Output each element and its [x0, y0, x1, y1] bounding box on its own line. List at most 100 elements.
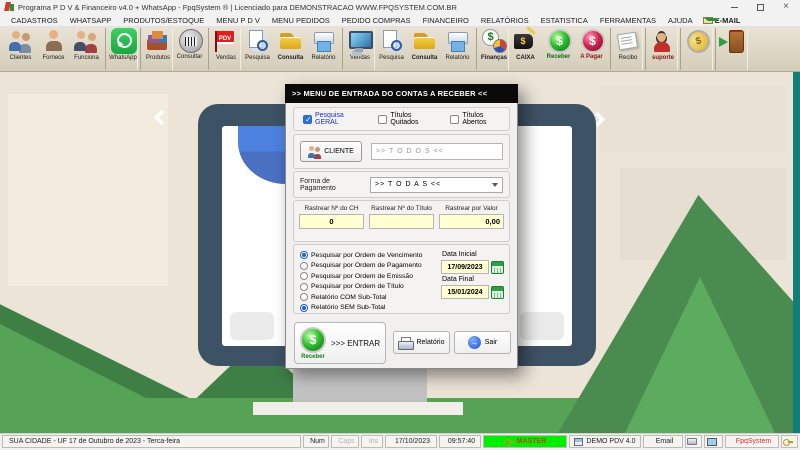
status-panel: 09:57:40 [439, 435, 481, 448]
rastrear-field: Rastrear Nº do Título [369, 205, 434, 237]
forma-pagamento-value: >> T O D A S << [375, 181, 441, 188]
dollar-green-icon [548, 29, 572, 53]
toolbar: Clientes Fornece Funciona WhatsApp Produ… [0, 27, 800, 72]
menu-item[interactable]: FERRAMENTAS [593, 16, 661, 25]
toolbar-button[interactable]: Pesquisa [241, 28, 274, 70]
toolbar-button[interactable] [715, 28, 748, 70]
menu-item[interactable]: CADASTROS [4, 16, 63, 25]
toolbar-button[interactable]: CAIXA [509, 28, 542, 70]
relatorio-button[interactable]: Relatório [393, 331, 450, 354]
rastrear-input[interactable] [369, 214, 434, 229]
toolbar-button-label: Pesquisa [379, 55, 404, 61]
status-panel [685, 435, 702, 448]
folder-icon [277, 28, 305, 54]
doc-search-icon [244, 28, 272, 54]
toolbar-button[interactable]: suporte [645, 28, 678, 70]
toolbar-button[interactable] [680, 28, 713, 70]
dialog-body: Pesquisa GERAL Títulos Quitados Títulos … [285, 103, 518, 369]
toolbar-button[interactable]: Funciona [70, 28, 103, 70]
wallpaper-card [8, 94, 168, 286]
radio-option[interactable]: Pesquisar por Ordem de Emissão [300, 271, 422, 281]
calendar-icon[interactable] [491, 261, 504, 274]
radio-circle [300, 283, 308, 291]
menu-item[interactable]: E-MAIL [698, 16, 746, 25]
dialog-button-row: Receber >>> ENTRAR Relatório Sair [293, 320, 510, 366]
toolbar-button[interactable]: Pesquisa [375, 28, 408, 70]
menu-item[interactable]: PEDIDO COMPRAS [335, 16, 416, 25]
folder-icon [411, 28, 439, 54]
radio-option[interactable]: Pesquisar por Ordem de Pagamento [300, 261, 422, 271]
coin-icon [684, 28, 712, 54]
status-panel [704, 435, 723, 448]
menu-item[interactable]: MENU PEDIDOS [265, 16, 335, 25]
rastrear-input[interactable] [439, 214, 504, 229]
date-column: Data Inicial Data Final [441, 249, 507, 299]
key-icon [504, 439, 514, 445]
menu-item[interactable]: RELATÓRIOS [474, 16, 534, 25]
radio-option[interactable]: Relatório SEM Sub-Total [300, 303, 422, 313]
screen-icon [707, 438, 717, 446]
toolbar-button[interactable]: Fornece [37, 28, 70, 70]
menu-item[interactable]: MENU P D V [209, 16, 265, 25]
minimize-button[interactable] [728, 2, 740, 13]
status-panel: SUA CIDADE - UF 17 de Outubro de 2023 - … [2, 435, 301, 448]
radio-option[interactable]: Pesquisar por Ordem de Título [300, 282, 422, 292]
toolbar-button[interactable]: A Pagar [575, 28, 608, 70]
window-controls: × [728, 2, 792, 13]
filter-checkbox[interactable]: Títulos Abertos [450, 112, 509, 126]
rastrear-label: Rastrear por Valor [445, 205, 498, 212]
toolbar-button[interactable]: Produtos [140, 28, 173, 70]
status-panel-text: Email [656, 438, 674, 445]
filter-checkbox[interactable]: Títulos Quitados [378, 112, 441, 126]
radio-label: Pesquisar por Ordem de Pagamento [311, 262, 422, 269]
clients-icon [7, 28, 35, 54]
toolbar-button-label: Produtos [146, 55, 170, 61]
toolbar-button-label: Finanças [481, 55, 507, 61]
toolbar-button[interactable]: Finanças [476, 28, 509, 70]
data-final-input[interactable] [441, 285, 489, 299]
toolbar-button[interactable]: Consulta [408, 28, 441, 70]
wallpaper-shape [600, 86, 786, 152]
menu-item[interactable]: ESTATISTICA [534, 16, 593, 25]
forma-pagamento-select[interactable]: >> T O D A S << [370, 177, 503, 193]
menu-item[interactable]: AJUDA [661, 16, 698, 25]
menu-item-label: AJUDA [668, 16, 693, 25]
rastrear-label: Rastrear Nº do CH [304, 205, 358, 212]
data-inicial-input[interactable] [441, 260, 489, 274]
toolbar-button[interactable]: Consultar [173, 28, 206, 70]
toolbar-button[interactable]: Vendas [342, 28, 375, 70]
sair-button[interactable]: Sair [454, 331, 511, 354]
radio-option[interactable]: Pesquisar por Ordem de Vencimento [300, 250, 422, 260]
cliente-input[interactable] [371, 143, 503, 160]
menu-item[interactable]: PRODUTOS/ESTOQUE [116, 16, 209, 25]
menu-item[interactable]: FINANCEIRO [416, 16, 474, 25]
toolbar-button-label: Receber [547, 54, 571, 60]
checkbox-box [303, 115, 312, 124]
toolbar-button[interactable]: Relatório [307, 28, 340, 70]
window-icon [574, 438, 583, 446]
menu-item[interactable]: WHATSAPP [63, 16, 117, 25]
radio-label: Relatório COM Sub-Total [311, 294, 387, 301]
filter-checkbox[interactable]: Pesquisa GERAL [303, 112, 369, 126]
toolbar-button[interactable]: Vendas [208, 28, 241, 70]
entrar-button[interactable]: Receber >>> ENTRAR [294, 322, 386, 364]
toolbar-button[interactable]: WhatsApp [105, 28, 138, 70]
toolbar-button[interactable]: Clientes [4, 28, 37, 70]
radio-column: Pesquisar por Ordem de Vencimento Pesqui… [300, 250, 422, 313]
dialog-title[interactable]: >> MENU DE ENTRADA DO CONTAS A RECEBER <… [285, 84, 518, 103]
toolbar-button-label: Consultar [177, 54, 203, 60]
toolbar-button[interactable]: Consulta [274, 28, 307, 70]
toolbar-button[interactable]: Relatório [441, 28, 474, 70]
cliente-button[interactable]: CLIENTE [300, 141, 362, 162]
toolbar-button[interactable]: Receber [542, 28, 575, 70]
maximize-button[interactable] [754, 2, 766, 13]
calendar-icon[interactable] [491, 286, 504, 299]
rastrear-input[interactable] [299, 214, 364, 229]
radio-option[interactable]: Relatório COM Sub-Total [300, 292, 422, 302]
rastrear-label: Rastrear Nº do Título [371, 205, 432, 212]
close-button[interactable]: × [780, 2, 792, 13]
toolbar-button[interactable]: Recibo [610, 28, 643, 70]
status-panel-text: Caps [338, 438, 354, 445]
toolbar-button-label: Vendas [216, 55, 236, 61]
status-panel: Ins [361, 435, 383, 448]
